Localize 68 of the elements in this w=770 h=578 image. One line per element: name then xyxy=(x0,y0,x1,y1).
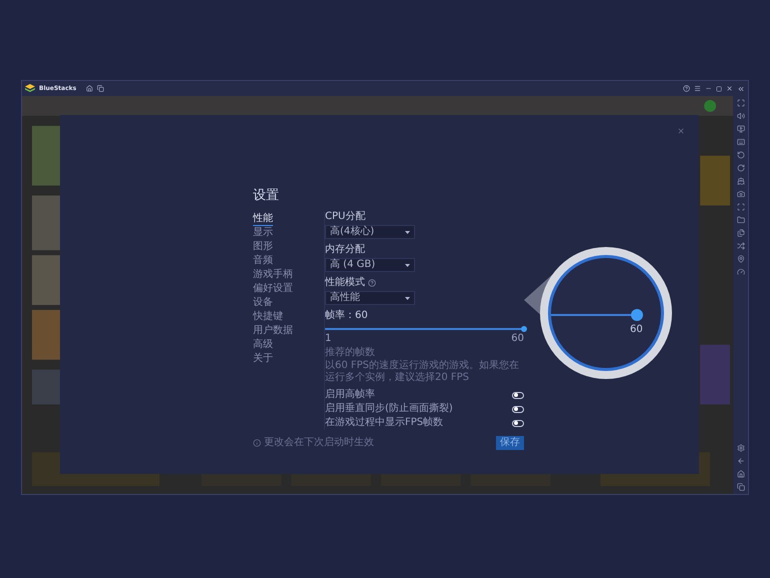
scan-icon[interactable] xyxy=(736,203,744,211)
toggle-switch[interactable] xyxy=(512,420,524,426)
folder-icon[interactable] xyxy=(736,216,744,224)
nav-item[interactable]: 显示 xyxy=(253,226,273,240)
nav-item[interactable]: 游戏手柄 xyxy=(253,268,293,282)
fullscreen-icon[interactable] xyxy=(736,99,744,107)
slider-label: 帧率：60 xyxy=(325,311,368,321)
home-icon[interactable] xyxy=(736,470,744,478)
dropdown[interactable]: 高性能 xyxy=(325,291,415,305)
nav-item[interactable]: 高级 xyxy=(253,338,273,352)
nav-item[interactable]: 快捷键 xyxy=(253,310,283,324)
hint-text: 以60 FPS的速度运行游戏的游戏。如果您在运行多个实例，建议选择20 FPS xyxy=(325,360,520,384)
magnified-slider-thumb xyxy=(631,309,643,321)
recent-apps-icon[interactable] xyxy=(736,483,744,491)
nav-item[interactable]: 性能 xyxy=(253,212,273,226)
ship-icon[interactable] xyxy=(736,177,744,185)
magnified-reading: 60 xyxy=(630,325,643,335)
caret-icon xyxy=(405,296,410,300)
field-label: 性能模式 xyxy=(325,278,365,288)
help-icon[interactable] xyxy=(368,279,376,287)
keyboard-icon[interactable] xyxy=(736,138,744,146)
caret-icon xyxy=(405,264,410,266)
files-icon[interactable] xyxy=(736,229,744,237)
field-label: 内存分配 xyxy=(325,245,365,255)
frame-rate-slider[interactable] xyxy=(325,325,524,333)
rotate-left-icon[interactable] xyxy=(736,151,744,159)
toggle-label: 启用垂直同步(防止画面撕裂) xyxy=(325,404,453,414)
dropdown[interactable]: 高(4核心) xyxy=(325,225,415,239)
menu-icon[interactable] xyxy=(694,85,701,92)
slider-thumb[interactable] xyxy=(521,326,527,332)
toggle-label: 启用高帧率 xyxy=(325,390,375,400)
screen-play-icon[interactable] xyxy=(736,125,744,133)
nav-item[interactable]: 设备 xyxy=(253,296,273,310)
nav-item[interactable]: 偏好设置 xyxy=(253,282,293,296)
minimize-icon[interactable] xyxy=(705,85,712,92)
gauge-icon[interactable] xyxy=(736,268,744,276)
slider-min: 1 xyxy=(325,334,332,344)
nav-item[interactable]: 用户数据 xyxy=(253,324,293,338)
home-icon[interactable] xyxy=(86,85,94,92)
shuffle-icon[interactable] xyxy=(736,242,744,250)
nav-item[interactable]: 图形 xyxy=(253,240,273,254)
close-icon[interactable] xyxy=(677,127,685,135)
toggle-switch[interactable] xyxy=(512,392,524,398)
toggle-label: 在游戏过程中显示FPS帧数 xyxy=(325,418,444,428)
camera-icon[interactable] xyxy=(736,190,744,198)
maximize-icon[interactable] xyxy=(716,86,722,92)
help-icon[interactable] xyxy=(683,85,690,92)
back-icon[interactable] xyxy=(736,457,744,465)
nav-item[interactable]: 关于 xyxy=(253,352,273,366)
dropdown[interactable]: 高 (4 GB) xyxy=(325,258,415,272)
hint-title: 推荐的帧数 xyxy=(325,348,375,358)
save-button[interactable]: 保存 xyxy=(496,436,524,450)
settings-title: 设置 xyxy=(253,189,279,202)
rotate-right-icon[interactable] xyxy=(736,164,744,172)
settings-icon[interactable] xyxy=(736,444,744,452)
volume-icon[interactable] xyxy=(736,112,744,120)
nav-item[interactable]: 音频 xyxy=(253,254,273,268)
slider-max: 60 xyxy=(511,334,524,344)
layered-logo-icon xyxy=(25,84,35,93)
field-label: CPU分配 xyxy=(325,212,366,222)
close-icon[interactable] xyxy=(726,85,733,92)
collapse-icon[interactable] xyxy=(737,84,745,92)
toggle-switch[interactable] xyxy=(512,406,524,412)
instances-icon[interactable] xyxy=(97,85,104,92)
info-icon xyxy=(253,439,261,447)
location-pin-icon[interactable] xyxy=(736,255,744,263)
restart-note: 更改会在下次启动时生效 xyxy=(264,438,374,448)
caret-icon xyxy=(405,230,410,234)
